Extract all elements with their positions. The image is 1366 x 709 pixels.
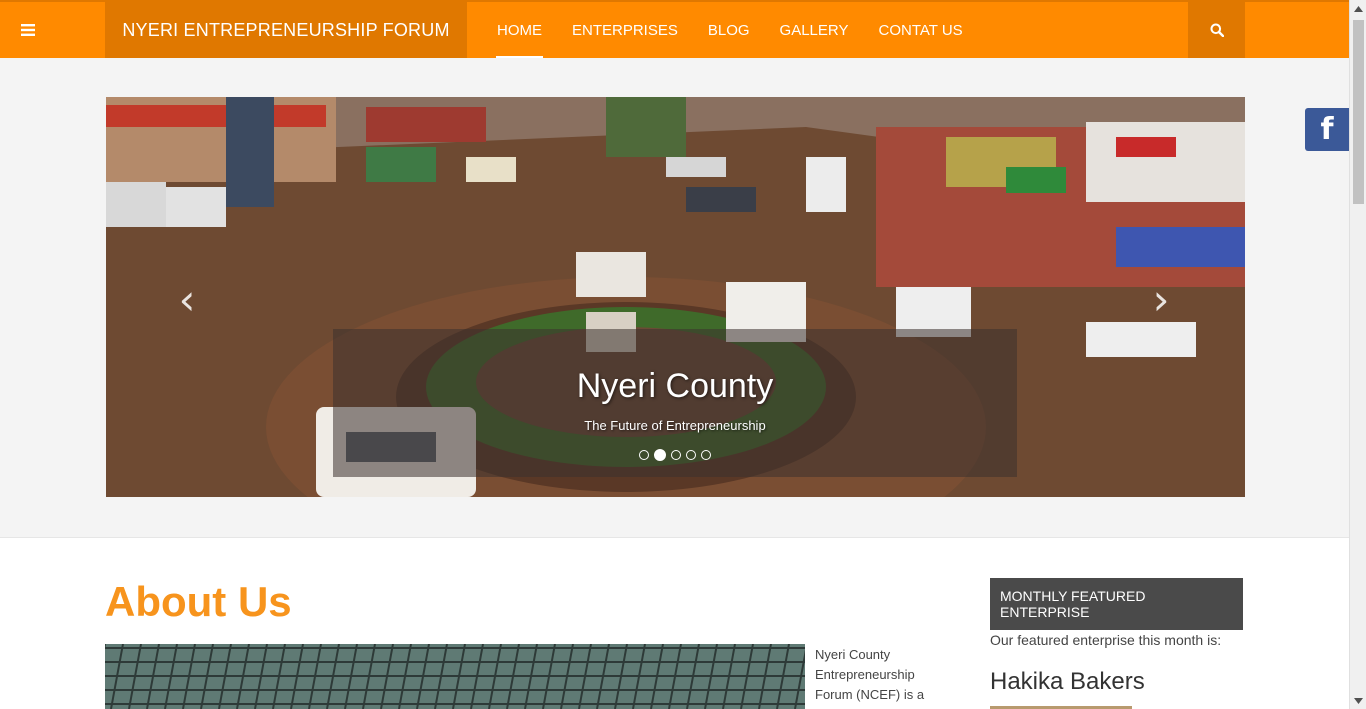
featured-enterprise-name[interactable]: Hakika Bakers bbox=[990, 668, 1145, 696]
nav-contact[interactable]: CONTAT US bbox=[863, 2, 977, 58]
nav-enterprises[interactable]: ENTERPRISES bbox=[557, 2, 693, 58]
slider-dot-5[interactable] bbox=[701, 450, 711, 460]
slider-dot-1[interactable] bbox=[639, 450, 649, 460]
about-image bbox=[105, 644, 805, 709]
facebook-icon[interactable]: f bbox=[1305, 108, 1349, 151]
slider-dot-2[interactable] bbox=[654, 449, 666, 461]
main-nav: HOME ENTERPRISES BLOG GALLERY CONTAT US bbox=[482, 2, 978, 58]
about-heading: About Us bbox=[105, 578, 292, 625]
nav-gallery[interactable]: GALLERY bbox=[765, 2, 864, 58]
menu-icon[interactable] bbox=[0, 2, 56, 58]
building-glass-image bbox=[105, 644, 805, 709]
slider-prev-button[interactable]: ‹ bbox=[172, 275, 202, 324]
slide-title: Nyeri County bbox=[576, 367, 774, 405]
slider-dot-4[interactable] bbox=[686, 450, 696, 460]
search-icon[interactable] bbox=[1188, 2, 1245, 58]
slider-next-button[interactable]: › bbox=[1146, 275, 1176, 324]
slide-caption: Nyeri County The Future of Entrepreneurs… bbox=[333, 329, 1017, 477]
featured-heading: MONTHLY FEATURED ENTERPRISE bbox=[990, 578, 1243, 630]
scroll-thumb[interactable] bbox=[1353, 20, 1364, 204]
scroll-down-icon[interactable] bbox=[1350, 692, 1366, 709]
about-text: Nyeri County Entrepreneurship Forum (NCE… bbox=[815, 647, 925, 702]
featured-subtitle: Our featured enterprise this month is: bbox=[990, 632, 1222, 648]
slider-indicators bbox=[333, 449, 1017, 461]
site-brand[interactable]: NYERI ENTREPRENEURSHIP FORUM bbox=[105, 2, 467, 58]
nav-home[interactable]: HOME bbox=[482, 2, 557, 58]
nav-blog[interactable]: BLOG bbox=[693, 2, 765, 58]
image-slider[interactable]: ‹ › Nyeri County The Future of Entrepren… bbox=[106, 97, 1245, 497]
slider-dot-3[interactable] bbox=[671, 450, 681, 460]
top-navbar: NYERI ENTREPRENEURSHIP FORUM HOME ENTERP… bbox=[0, 0, 1349, 58]
scroll-up-icon[interactable] bbox=[1350, 0, 1366, 17]
slide-subtitle: The Future of Entrepreneurship bbox=[584, 418, 766, 433]
page-scrollbar[interactable] bbox=[1349, 0, 1366, 709]
